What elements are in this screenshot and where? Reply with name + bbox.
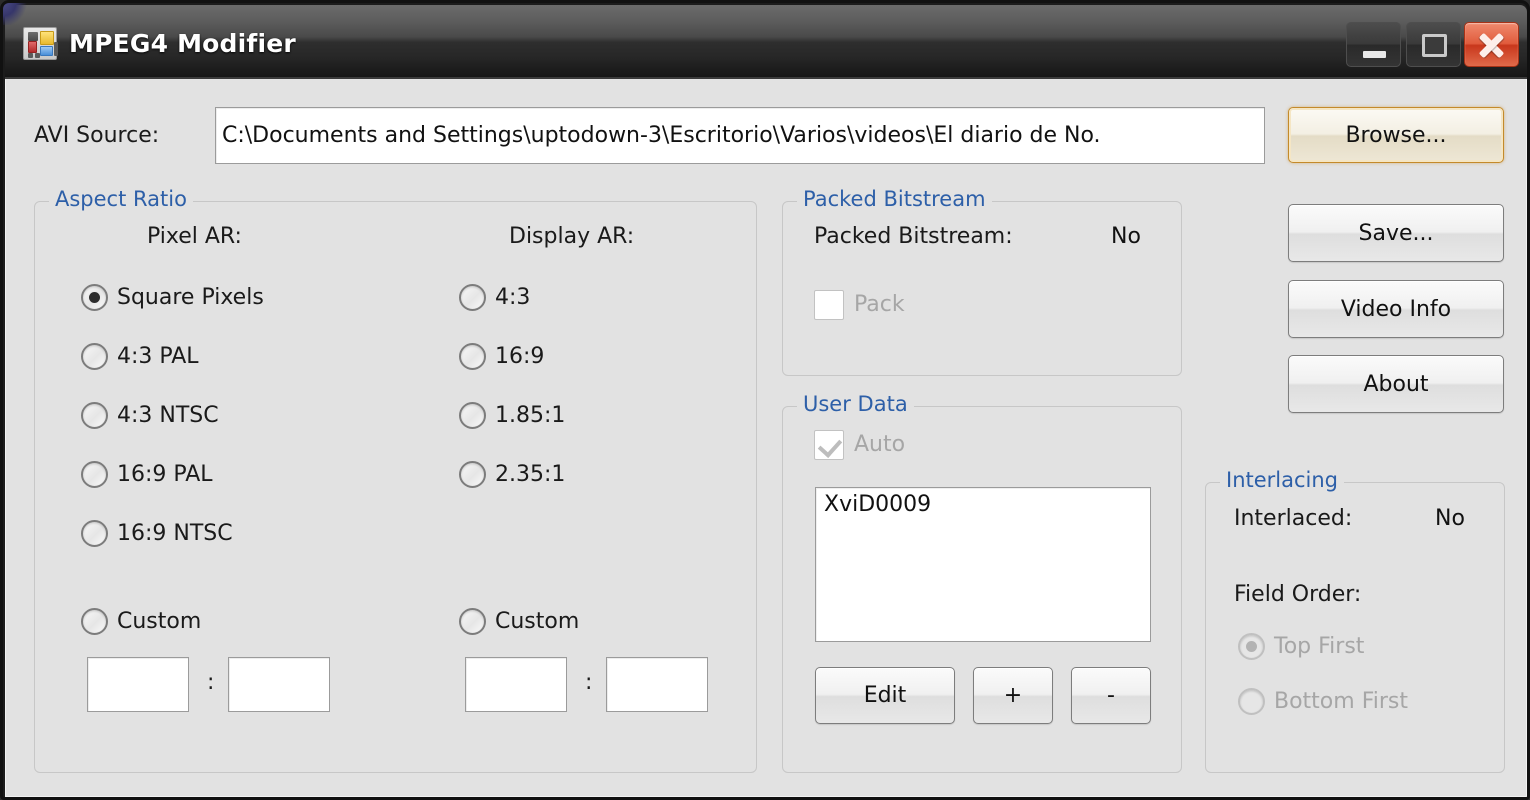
radio-indicator	[1238, 633, 1265, 660]
radio-indicator	[81, 402, 108, 429]
close-icon	[1465, 23, 1518, 66]
radio-indicator	[459, 402, 486, 429]
radio-label: Square Pixels	[117, 285, 264, 310]
radio-indicator	[81, 608, 108, 635]
interlacing-group-title: Interlacing	[1220, 468, 1345, 492]
user-data-edit-button[interactable]: Edit	[815, 667, 955, 724]
pack-checkbox[interactable]: Pack	[814, 289, 994, 321]
radio-16-9-pal[interactable]: 16:9 PAL	[81, 459, 281, 491]
display-custom-separator: :	[585, 670, 593, 695]
radio-label: 1.85:1	[495, 403, 566, 428]
minimize-button[interactable]	[1346, 22, 1401, 67]
interlaced-status-value: No	[1435, 506, 1465, 531]
packed-bitstream-group-title: Packed Bitstream	[797, 187, 992, 211]
radio-label: 4:3 NTSC	[117, 403, 219, 428]
radio-label: 16:9 NTSC	[117, 521, 233, 546]
interlaced-status-label: Interlaced:	[1234, 506, 1353, 531]
window-title: MPEG4 Modifier	[69, 29, 296, 58]
checkbox-label: Auto	[854, 432, 906, 457]
maximize-icon	[1422, 34, 1447, 57]
browse-button[interactable]: Browse...	[1288, 107, 1504, 163]
radio-display-4-3[interactable]: 4:3	[459, 282, 659, 314]
radio-bottom-first[interactable]: Bottom First	[1238, 686, 1438, 718]
radio-indicator	[81, 520, 108, 547]
radio-16-9-ntsc[interactable]: 16:9 NTSC	[81, 518, 281, 550]
auto-checkbox[interactable]: Auto	[814, 429, 994, 461]
radio-indicator	[81, 284, 108, 311]
close-button[interactable]	[1464, 22, 1519, 67]
radio-label: 16:9 PAL	[117, 462, 213, 487]
radio-display-custom[interactable]: Custom	[459, 606, 659, 638]
save-button[interactable]: Save...	[1288, 204, 1504, 262]
user-data-group-title: User Data	[797, 392, 914, 416]
radio-4-3-ntsc[interactable]: 4:3 NTSC	[81, 400, 281, 432]
radio-label: Top First	[1274, 634, 1365, 659]
radio-label: 2.35:1	[495, 462, 566, 487]
radio-label: Bottom First	[1274, 689, 1408, 714]
radio-label: 16:9	[495, 344, 545, 369]
radio-indicator	[459, 461, 486, 488]
radio-display-16-9[interactable]: 16:9	[459, 341, 659, 373]
field-order-label: Field Order:	[1234, 582, 1362, 607]
avi-source-input[interactable]: C:\Documents and Settings\uptodown-3\Esc…	[215, 107, 1265, 164]
radio-indicator	[81, 343, 108, 370]
avi-source-label: AVI Source:	[34, 123, 160, 148]
radio-label: 4:3	[495, 285, 531, 310]
pixel-ar-label: Pixel AR:	[147, 224, 242, 249]
application-window: MPEG4 Modifier AVI Source: C:\Documents …	[0, 0, 1530, 800]
display-custom-numerator-input[interactable]	[465, 657, 567, 712]
interlacing-group: Interlacing Interlaced: No Field Order: …	[1205, 468, 1505, 773]
minimize-icon	[1363, 51, 1386, 58]
pixel-custom-numerator-input[interactable]	[87, 657, 189, 712]
radio-pixel-custom[interactable]: Custom	[81, 606, 281, 638]
pixel-custom-denominator-input[interactable]	[228, 657, 330, 712]
video-info-button[interactable]: Video Info	[1288, 280, 1504, 338]
radio-indicator	[1238, 688, 1265, 715]
radio-display-1-85-1[interactable]: 1.85:1	[459, 400, 659, 432]
packed-bitstream-group: Packed Bitstream Packed Bitstream: No Pa…	[782, 187, 1182, 376]
aspect-ratio-group: Aspect Ratio Pixel AR: Display AR: Squar…	[34, 187, 757, 773]
radio-top-first[interactable]: Top First	[1238, 631, 1438, 663]
user-data-listbox[interactable]: XviD0009	[815, 487, 1151, 642]
app-icon	[23, 27, 58, 60]
packed-bitstream-status-label: Packed Bitstream:	[814, 224, 1013, 249]
radio-label: 4:3 PAL	[117, 344, 199, 369]
client-area: AVI Source: C:\Documents and Settings\up…	[5, 79, 1527, 797]
radio-display-2-35-1[interactable]: 2.35:1	[459, 459, 659, 491]
radio-indicator	[459, 608, 486, 635]
user-data-remove-button[interactable]: -	[1071, 667, 1151, 724]
packed-bitstream-status-value: No	[1111, 224, 1141, 249]
radio-indicator	[81, 461, 108, 488]
list-item[interactable]: XviD0009	[816, 488, 1150, 521]
maximize-button[interactable]	[1406, 22, 1461, 67]
user-data-add-button[interactable]: +	[973, 667, 1053, 724]
pixel-custom-separator: :	[207, 670, 215, 695]
checkbox-box	[814, 430, 844, 460]
radio-indicator	[459, 284, 486, 311]
aspect-ratio-group-title: Aspect Ratio	[49, 187, 193, 211]
radio-square-pixels[interactable]: Square Pixels	[81, 282, 281, 314]
radio-label: Custom	[495, 609, 580, 634]
title-bar[interactable]: MPEG4 Modifier	[5, 5, 1527, 79]
radio-label: Custom	[117, 609, 202, 634]
checkbox-label: Pack	[854, 292, 905, 317]
radio-indicator	[459, 343, 486, 370]
display-ar-label: Display AR:	[509, 224, 635, 249]
display-custom-denominator-input[interactable]	[606, 657, 708, 712]
radio-4-3-pal[interactable]: 4:3 PAL	[81, 341, 281, 373]
checkbox-box	[814, 290, 844, 320]
user-data-group: User Data Auto XviD0009 Edit + -	[782, 392, 1182, 773]
about-button[interactable]: About	[1288, 355, 1504, 413]
